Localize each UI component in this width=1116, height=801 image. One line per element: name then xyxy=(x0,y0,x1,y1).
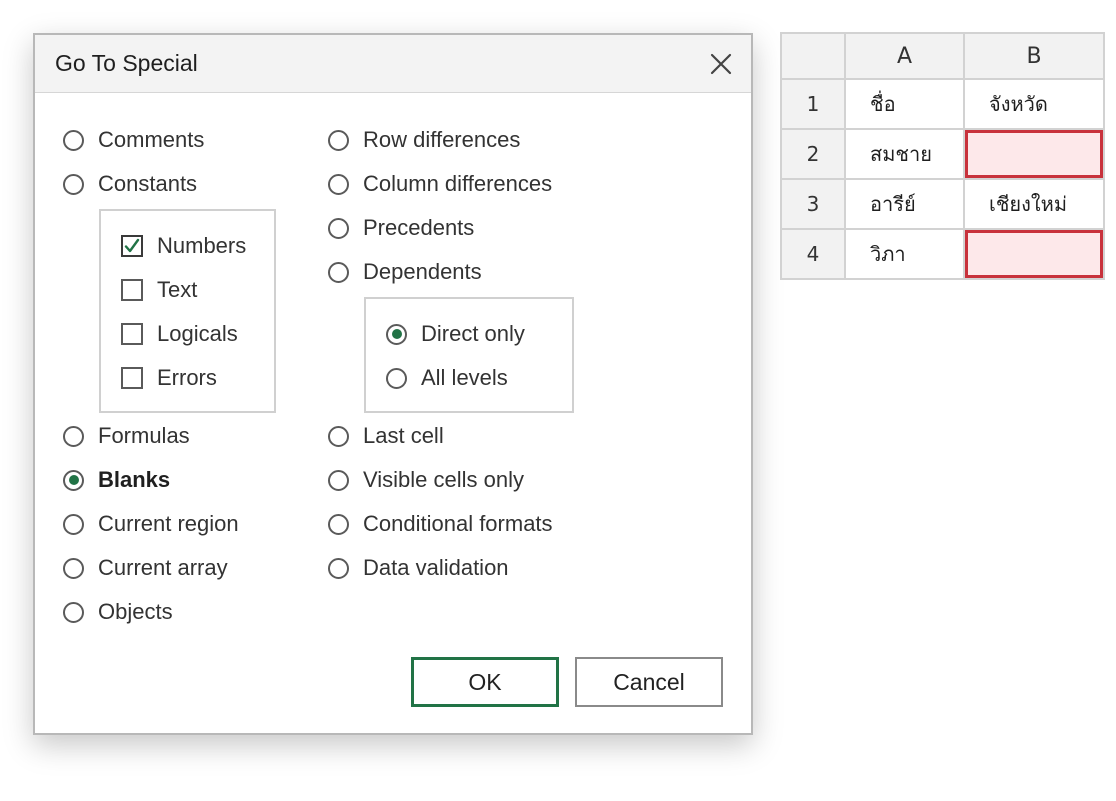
option-row-differences[interactable]: Row differences xyxy=(328,125,520,155)
cell-b4-blank-selected[interactable] xyxy=(963,228,1105,280)
radio-visible-cells-only[interactable] xyxy=(328,469,349,491)
option-current-array-label: Current array xyxy=(98,555,228,580)
go-to-special-dialog: Go To Special Comments Constants Numbers… xyxy=(33,33,753,735)
cancel-button[interactable]: Cancel xyxy=(575,657,723,707)
option-visible-cells-only[interactable]: Visible cells only xyxy=(328,465,524,495)
dependents-subgroup xyxy=(364,297,574,413)
column-header-b[interactable]: B xyxy=(963,32,1105,80)
ok-button[interactable]: OK xyxy=(411,657,559,707)
dialog-titlebar: Go To Special xyxy=(35,35,751,93)
option-column-differences[interactable]: Column differences xyxy=(328,169,552,199)
option-comments[interactable]: Comments xyxy=(63,125,204,155)
option-constants-label: Constants xyxy=(98,171,198,196)
row-header-3[interactable]: 3 xyxy=(780,178,846,230)
close-button[interactable] xyxy=(705,48,737,80)
text-checkbox[interactable] xyxy=(121,279,143,301)
radio-all-levels[interactable] xyxy=(386,367,407,389)
radio-constants[interactable] xyxy=(63,173,84,195)
option-dependents-label: Dependents xyxy=(363,259,482,284)
option-objects[interactable]: Objects xyxy=(63,597,173,627)
column-header-a[interactable]: A xyxy=(844,32,965,80)
row-header-2[interactable]: 2 xyxy=(780,128,846,180)
radio-formulas[interactable] xyxy=(63,425,84,447)
option-visible-cells-only-label: Visible cells only xyxy=(363,467,525,492)
numbers-checkbox[interactable] xyxy=(121,235,143,257)
table-row: 3 อารีย์ เชียงใหม่ xyxy=(780,178,1105,230)
option-conditional-formats-label: Conditional formats xyxy=(363,511,553,536)
option-last-cell[interactable]: Last cell xyxy=(328,421,444,451)
numbers-label: Numbers xyxy=(157,233,247,258)
radio-conditional-formats[interactable] xyxy=(328,513,349,535)
option-constants[interactable]: Constants xyxy=(63,169,197,199)
option-direct-only-label: Direct only xyxy=(421,321,525,346)
table-row: 4 วิภา xyxy=(780,228,1105,280)
option-formulas-label: Formulas xyxy=(98,423,190,448)
option-precedents[interactable]: Precedents xyxy=(328,213,474,243)
option-blanks[interactable]: Blanks xyxy=(63,465,170,495)
option-current-region[interactable]: Current region xyxy=(63,509,239,539)
checkbox-numbers[interactable]: Numbers xyxy=(121,231,246,261)
option-last-cell-label: Last cell xyxy=(363,423,444,448)
radio-blanks[interactable] xyxy=(63,469,84,491)
logicals-checkbox[interactable] xyxy=(121,323,143,345)
radio-comments[interactable] xyxy=(63,129,84,151)
radio-data-validation[interactable] xyxy=(328,557,349,579)
checkmark-icon xyxy=(124,238,140,253)
checkbox-text[interactable]: Text xyxy=(121,275,197,305)
radio-direct-only[interactable] xyxy=(386,323,407,345)
errors-label: Errors xyxy=(157,365,217,390)
text-label: Text xyxy=(157,277,198,302)
radio-row-differences[interactable] xyxy=(328,129,349,151)
cell-b3[interactable]: เชียงใหม่ xyxy=(963,178,1105,230)
radio-current-array[interactable] xyxy=(63,557,84,579)
option-conditional-formats[interactable]: Conditional formats xyxy=(328,509,553,539)
checkbox-logicals[interactable]: Logicals xyxy=(121,319,238,349)
option-current-array[interactable]: Current array xyxy=(63,553,228,583)
option-all-levels[interactable]: All levels xyxy=(386,363,508,393)
row-header-4[interactable]: 4 xyxy=(780,228,846,280)
table-row: 1 ชื่อ จังหวัด xyxy=(780,78,1105,130)
row-header-1[interactable]: 1 xyxy=(780,78,846,130)
errors-checkbox[interactable] xyxy=(121,367,143,389)
cell-b2-blank-selected[interactable] xyxy=(963,128,1105,180)
radio-precedents[interactable] xyxy=(328,217,349,239)
option-data-validation-label: Data validation xyxy=(363,555,509,580)
option-blanks-label: Blanks xyxy=(98,467,171,492)
spreadsheet-grid: A B 1 ชื่อ จังหวัด 2 สมชาย 3 อารีย์ เชีย… xyxy=(780,32,1105,280)
close-icon xyxy=(710,53,732,75)
radio-dependents[interactable] xyxy=(328,261,349,283)
cell-a1[interactable]: ชื่อ xyxy=(844,78,965,130)
table-row: 2 สมชาย xyxy=(780,128,1105,180)
option-direct-only[interactable]: Direct only xyxy=(386,319,525,349)
cell-a2[interactable]: สมชาย xyxy=(844,128,965,180)
option-objects-label: Objects xyxy=(98,599,173,624)
option-current-region-label: Current region xyxy=(98,511,239,536)
cell-a3[interactable]: อารีย์ xyxy=(844,178,965,230)
checkbox-errors[interactable]: Errors xyxy=(121,363,217,393)
option-dependents[interactable]: Dependents xyxy=(328,257,482,287)
logicals-label: Logicals xyxy=(157,321,238,346)
dialog-title: Go To Special xyxy=(55,50,198,76)
radio-current-region[interactable] xyxy=(63,513,84,535)
option-column-differences-label: Column differences xyxy=(363,171,553,196)
option-formulas[interactable]: Formulas xyxy=(63,421,190,451)
column-header-row: A B xyxy=(780,32,1105,80)
option-comments-label: Comments xyxy=(98,127,205,152)
option-data-validation[interactable]: Data validation xyxy=(328,553,509,583)
cell-b1[interactable]: จังหวัด xyxy=(963,78,1105,130)
option-all-levels-label: All levels xyxy=(421,365,508,390)
cell-a4[interactable]: วิภา xyxy=(844,228,965,280)
option-precedents-label: Precedents xyxy=(363,215,475,240)
radio-column-differences[interactable] xyxy=(328,173,349,195)
option-row-differences-label: Row differences xyxy=(363,127,521,152)
select-all-corner[interactable] xyxy=(780,32,846,80)
radio-objects[interactable] xyxy=(63,601,84,623)
radio-last-cell[interactable] xyxy=(328,425,349,447)
